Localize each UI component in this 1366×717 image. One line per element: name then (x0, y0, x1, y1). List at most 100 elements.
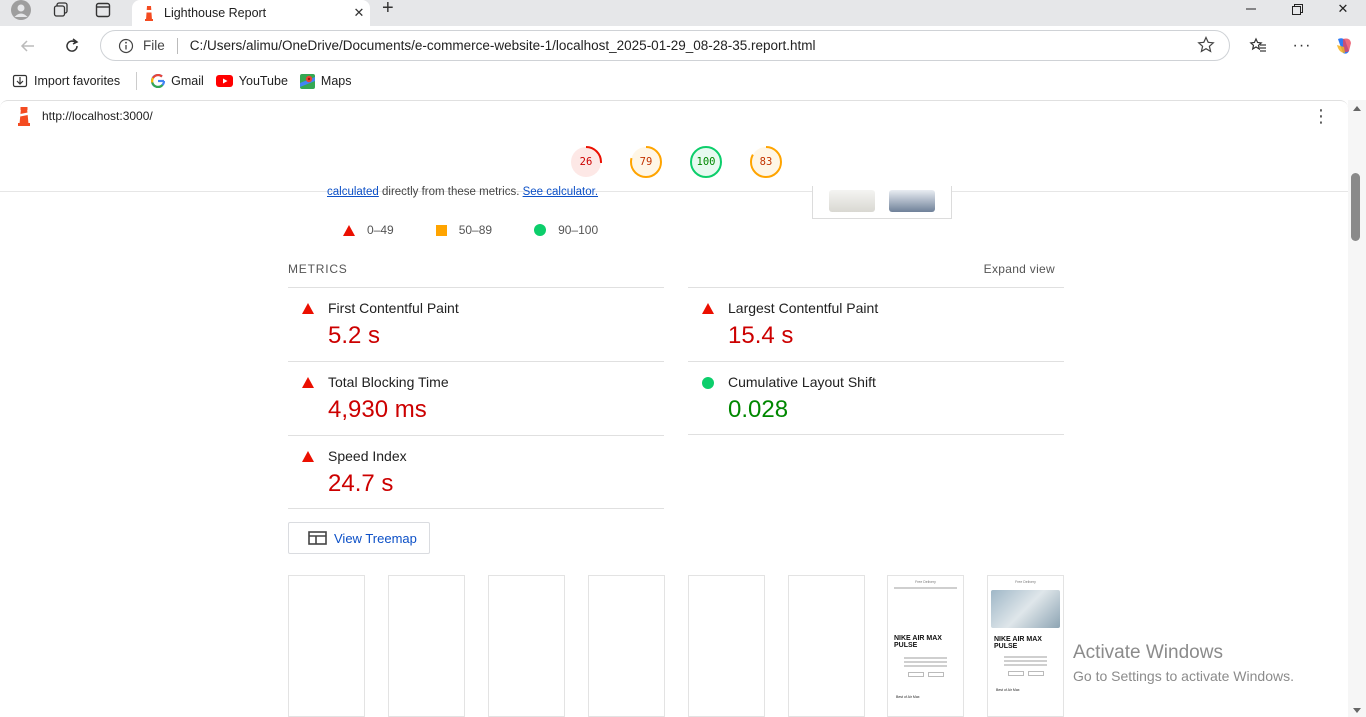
expand-view-toggle[interactable]: Expand view (984, 262, 1055, 276)
more-menu-icon[interactable]: ··· (1288, 33, 1316, 59)
scroll-up-arrow-icon[interactable] (1353, 106, 1361, 111)
scroll-thumb[interactable] (1351, 173, 1360, 241)
vertical-tabs-icon[interactable] (90, 0, 116, 20)
legend-pass: 90–100 (534, 223, 598, 237)
profile-icon[interactable] (8, 0, 34, 20)
workspaces-icon[interactable] (48, 0, 74, 20)
gauge-score: 26 (579, 156, 593, 168)
bookmark-label: Maps (320, 74, 352, 88)
final-screenshot-thumbnail[interactable] (812, 186, 952, 219)
metric-largest-contentful-paint: Largest Contentful Paint 15.4 s (688, 287, 1064, 361)
frame-text-line (904, 665, 947, 667)
bookmarks-divider (136, 72, 138, 90)
frame-text-line (894, 587, 957, 589)
filmstrip-frame (588, 575, 665, 717)
frame-buttons (988, 671, 1063, 676)
scroll-down-arrow-icon[interactable] (1353, 708, 1361, 713)
activate-windows-watermark: Activate Windows Go to Settings to activ… (1073, 642, 1294, 684)
metric-cumulative-layout-shift: Cumulative Layout Shift 0.028 (688, 361, 1064, 435)
gauge-performance[interactable]: 26 (569, 145, 603, 179)
metrics-divider (688, 434, 1064, 435)
frame-button (1007, 671, 1024, 676)
gauge-accessibility[interactable]: 79 (629, 145, 663, 179)
copilot-icon[interactable] (1330, 33, 1358, 59)
watermark-title: Activate Windows (1073, 642, 1223, 663)
filmstrip-frame (288, 575, 365, 717)
metric-first-contentful-paint: First Contentful Paint 5.2 s (288, 287, 664, 361)
favorites-icon[interactable] (1244, 33, 1272, 59)
frame-text-line (1004, 660, 1047, 662)
tools-menu-icon[interactable]: ⋮ (1312, 107, 1330, 125)
frame-spacer (888, 591, 963, 635)
metric-name: First Contentful Paint (328, 300, 459, 316)
bookmark-maps[interactable]: Maps (299, 73, 352, 89)
metric-value: 4,930 ms (328, 396, 427, 423)
page-scrollbar[interactable] (1348, 100, 1366, 717)
fail-triangle-icon (343, 224, 355, 236)
frame-banner: Free Delivery (1015, 580, 1036, 584)
refresh-icon[interactable] (58, 33, 86, 59)
restore-button[interactable] (1274, 0, 1320, 18)
frame-section-label: Best of Air Max (896, 695, 920, 699)
report-url: http://localhost:3000/ (42, 108, 153, 123)
filmstrip-frame (688, 575, 765, 717)
gauge-best-practices[interactable]: 100 (689, 145, 723, 179)
back-icon[interactable] (14, 33, 42, 59)
metrics-divider (288, 508, 664, 509)
watermark-subtitle: Go to Settings to activate Windows. (1073, 668, 1294, 684)
metric-name: Speed Index (328, 448, 407, 464)
gauge-seo[interactable]: 83 (749, 145, 783, 179)
address-url[interactable]: C:/Users/alimu/OneDrive/Documents/e-comm… (190, 38, 816, 53)
score-note-text: directly from these metrics. (378, 186, 523, 198)
view-treemap-label: View Treemap (334, 530, 417, 546)
address-bar[interactable]: File C:/Users/alimu/OneDrive/Documents/e… (100, 30, 1230, 61)
bookmark-import-favorites[interactable]: Import favorites (12, 73, 120, 89)
metric-value: 24.7 s (328, 470, 394, 497)
fail-triangle-icon (302, 377, 314, 388)
frame-text-line (1004, 664, 1047, 666)
gauge-score: 100 (696, 156, 716, 168)
google-icon (151, 74, 166, 88)
close-tab-icon[interactable]: ✕ (348, 5, 370, 21)
frame-product-title: NIKE AIR MAX PULSE (894, 635, 942, 649)
frame-section-label: Best of Air Max (996, 688, 1020, 692)
address-divider (176, 37, 178, 54)
favorite-star-icon[interactable] (1197, 36, 1215, 57)
frame-banner: Free Delivery (915, 580, 936, 584)
legend-average: 50–89 (435, 223, 493, 237)
filmstrip-frame (488, 575, 565, 717)
tab-strip: Lighthouse Report ✕ + ✕ (0, 0, 1366, 26)
bookmark-label: Gmail (171, 74, 204, 88)
metric-total-blocking-time: Total Blocking Time 4,930 ms (288, 361, 664, 435)
info-icon[interactable] (117, 37, 135, 55)
frame-button (1027, 671, 1044, 676)
minimize-button[interactable] (1228, 0, 1274, 18)
frame-text-line (1004, 656, 1047, 658)
fail-triangle-icon (302, 451, 314, 462)
bookmark-youtube[interactable]: YouTube (215, 74, 288, 88)
frame-text-line (904, 661, 947, 663)
lighthouse-logo-icon (18, 106, 30, 126)
import-icon (12, 74, 28, 88)
shoe-image-dark (889, 190, 935, 212)
shoe-image-light (829, 190, 875, 212)
calculated-link[interactable]: calculated (327, 186, 379, 198)
legend-label: 50–89 (458, 223, 493, 237)
metric-name: Largest Contentful Paint (728, 300, 879, 316)
close-window-button[interactable]: ✕ (1320, 0, 1366, 18)
bookmark-label: Import favorites (34, 74, 121, 88)
view-treemap-button[interactable]: View Treemap (288, 522, 430, 554)
bookmark-label: YouTube (238, 74, 288, 88)
tab-lighthouse-report[interactable]: Lighthouse Report ✕ (132, 0, 370, 26)
frame-product-title: NIKE AIR MAX PULSE (994, 636, 1042, 650)
frame-text-line (904, 657, 947, 659)
metric-name: Cumulative Layout Shift (728, 374, 876, 390)
filmstrip-frame (788, 575, 865, 717)
metrics-title: METRICS (288, 262, 348, 276)
new-tab-button[interactable]: + (382, 0, 394, 18)
bookmark-gmail[interactable]: Gmail (151, 74, 204, 88)
gauge-score: 79 (639, 156, 653, 168)
legend-label: 90–100 (558, 223, 599, 237)
see-calculator-link[interactable]: See calculator. (523, 186, 598, 198)
average-square-icon (435, 224, 447, 236)
